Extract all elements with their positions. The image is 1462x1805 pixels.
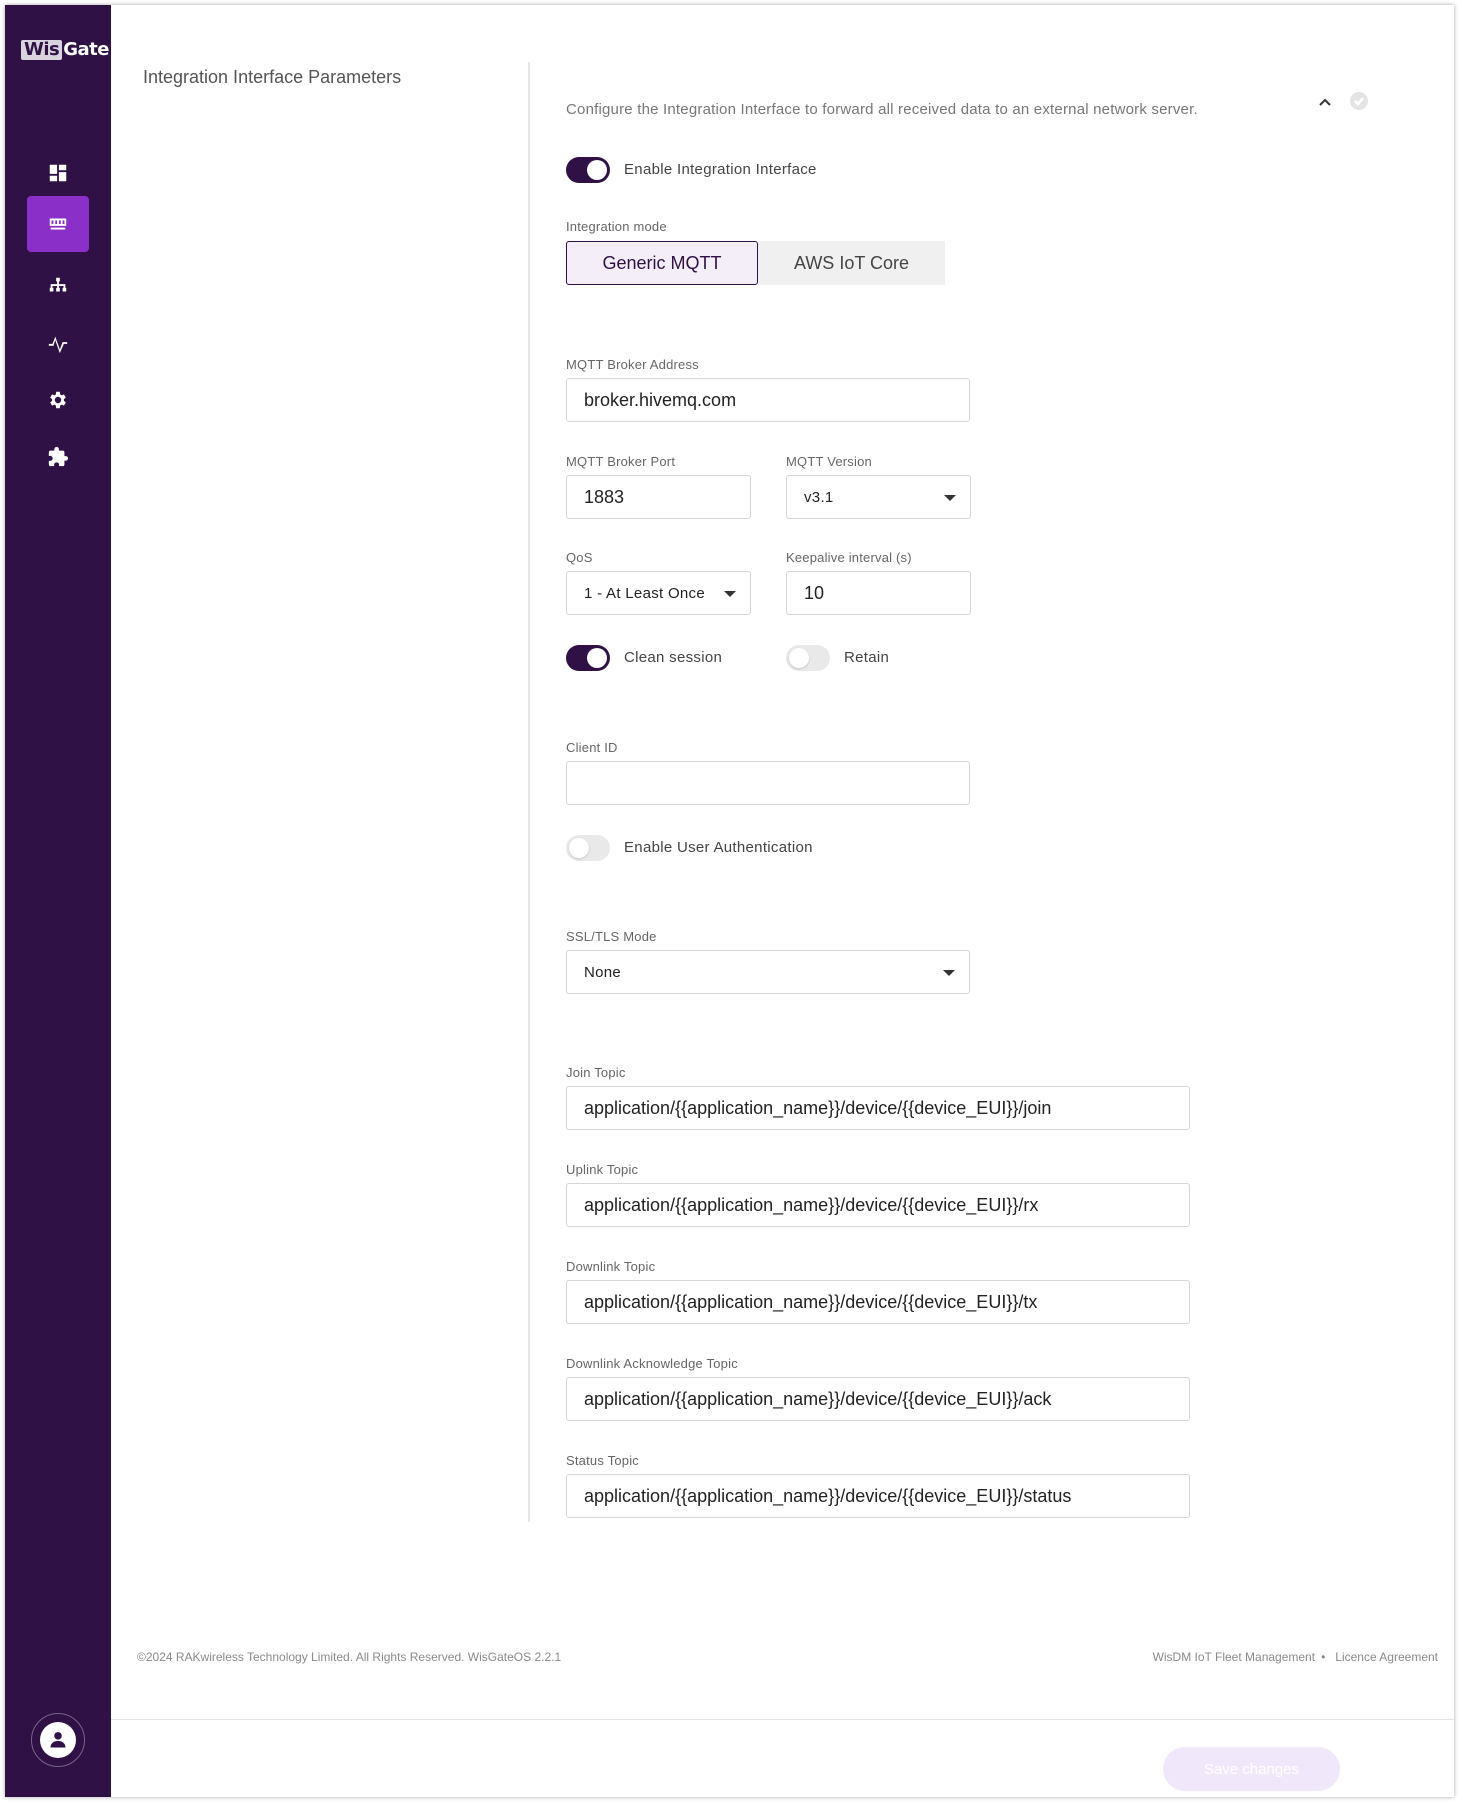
integration-mode-selector: Generic MQTT AWS IoT Core [566, 241, 945, 285]
downlink-topic-input[interactable]: application/{{application_name}}/device/… [566, 1280, 1190, 1324]
sidebar-item-extensions[interactable] [27, 429, 89, 485]
keepalive-label: Keepalive interval (s) [786, 550, 912, 565]
sidebar-item-network[interactable] [27, 258, 89, 314]
broker-port-input[interactable]: 1883 [566, 475, 751, 519]
user-avatar-button[interactable] [31, 1713, 85, 1767]
status-topic-input[interactable]: application/{{application_name}}/device/… [566, 1474, 1190, 1518]
qos-value: 1 - At Least Once [584, 584, 705, 602]
retain-toggle[interactable] [786, 645, 830, 671]
footer-separator: • [1321, 1650, 1326, 1664]
activity-icon [48, 336, 68, 354]
collapse-button[interactable] [1316, 93, 1334, 111]
chevron-down-icon [724, 591, 736, 597]
chevron-down-icon [944, 495, 956, 501]
dashboard-icon [49, 164, 67, 182]
footer-links: WisDM IoT Fleet Management • Licence Agr… [1153, 1650, 1438, 1664]
user-auth-toggle[interactable] [566, 835, 610, 861]
section-title: Integration Interface Parameters [143, 67, 402, 87]
user-auth-label: Enable User Authentication [624, 839, 813, 856]
broker-address-label: MQTT Broker Address [566, 357, 699, 372]
mqtt-version-value: v3.1 [804, 488, 834, 506]
sidebar-item-activity[interactable] [27, 315, 89, 371]
downlink-ack-topic-label: Downlink Acknowledge Topic [566, 1356, 738, 1371]
user-icon [50, 1732, 66, 1748]
ssl-mode-value: None [584, 963, 622, 981]
app-window: Wis Gate Integration Interface Parameters… [5, 5, 1454, 1797]
broker-port-label: MQTT Broker Port [566, 454, 676, 469]
gateway-icon [49, 218, 67, 230]
uplink-topic-label: Uplink Topic [566, 1162, 639, 1177]
licence-agreement-link[interactable]: Licence Agreement [1335, 1650, 1438, 1664]
wisgate-logo[interactable]: Wis Gate [21, 40, 109, 60]
sidebar: Wis Gate [5, 5, 111, 1797]
uplink-topic-input[interactable]: application/{{application_name}}/device/… [566, 1183, 1190, 1227]
ssl-mode-label: SSL/TLS Mode [566, 929, 657, 944]
retain-label: Retain [844, 649, 890, 666]
status-check-icon [1350, 92, 1368, 110]
client-id-label: Client ID [566, 740, 618, 755]
downlink-topic-label: Downlink Topic [566, 1259, 656, 1274]
sidebar-item-dashboard[interactable] [27, 145, 89, 201]
save-changes-button[interactable]: Save changes [1163, 1747, 1340, 1791]
wisdm-link[interactable]: WisDM IoT Fleet Management [1153, 1650, 1316, 1664]
sidebar-item-gateway[interactable] [27, 196, 89, 252]
client-id-input[interactable] [566, 761, 970, 805]
logo-gate-text: Gate [63, 39, 109, 60]
chevron-up-icon [1319, 98, 1331, 106]
avatar [40, 1722, 76, 1758]
footer-divider [111, 1719, 1454, 1720]
ssl-mode-select[interactable]: None [566, 950, 970, 994]
sidebar-item-settings[interactable] [27, 372, 89, 428]
clean-session-toggle[interactable] [566, 645, 610, 671]
join-topic-label: Join Topic [566, 1065, 626, 1080]
broker-address-input[interactable]: broker.hivemq.com [566, 378, 970, 422]
downlink-ack-topic-input[interactable]: application/{{application_name}}/device/… [566, 1377, 1190, 1421]
mqtt-version-select[interactable]: v3.1 [786, 475, 971, 519]
qos-label: QoS [566, 550, 593, 565]
mqtt-version-label: MQTT Version [786, 454, 872, 469]
integration-mode-label: Integration mode [566, 219, 667, 234]
copyright-text: ©2024 RAKwireless Technology Limited. Al… [137, 1650, 562, 1664]
logo-wis-text: Wis [21, 40, 63, 60]
mode-aws-iot-core-button[interactable]: AWS IoT Core [758, 241, 945, 285]
enable-integration-toggle[interactable] [566, 157, 610, 183]
join-topic-input[interactable]: application/{{application_name}}/device/… [566, 1086, 1190, 1130]
network-icon [49, 277, 67, 292]
gear-icon [50, 391, 66, 409]
section-description: Configure the Integration Interface to f… [566, 101, 1198, 118]
status-topic-label: Status Topic [566, 1453, 639, 1468]
enable-integration-label: Enable Integration Interface [624, 161, 817, 178]
clean-session-label: Clean session [624, 649, 723, 666]
mode-generic-mqtt-button[interactable]: Generic MQTT [566, 241, 758, 285]
chevron-down-icon [943, 970, 955, 976]
keepalive-input[interactable]: 10 [786, 571, 971, 615]
qos-select[interactable]: 1 - At Least Once [566, 571, 751, 615]
vertical-divider [528, 62, 530, 1522]
puzzle-icon [48, 446, 69, 467]
